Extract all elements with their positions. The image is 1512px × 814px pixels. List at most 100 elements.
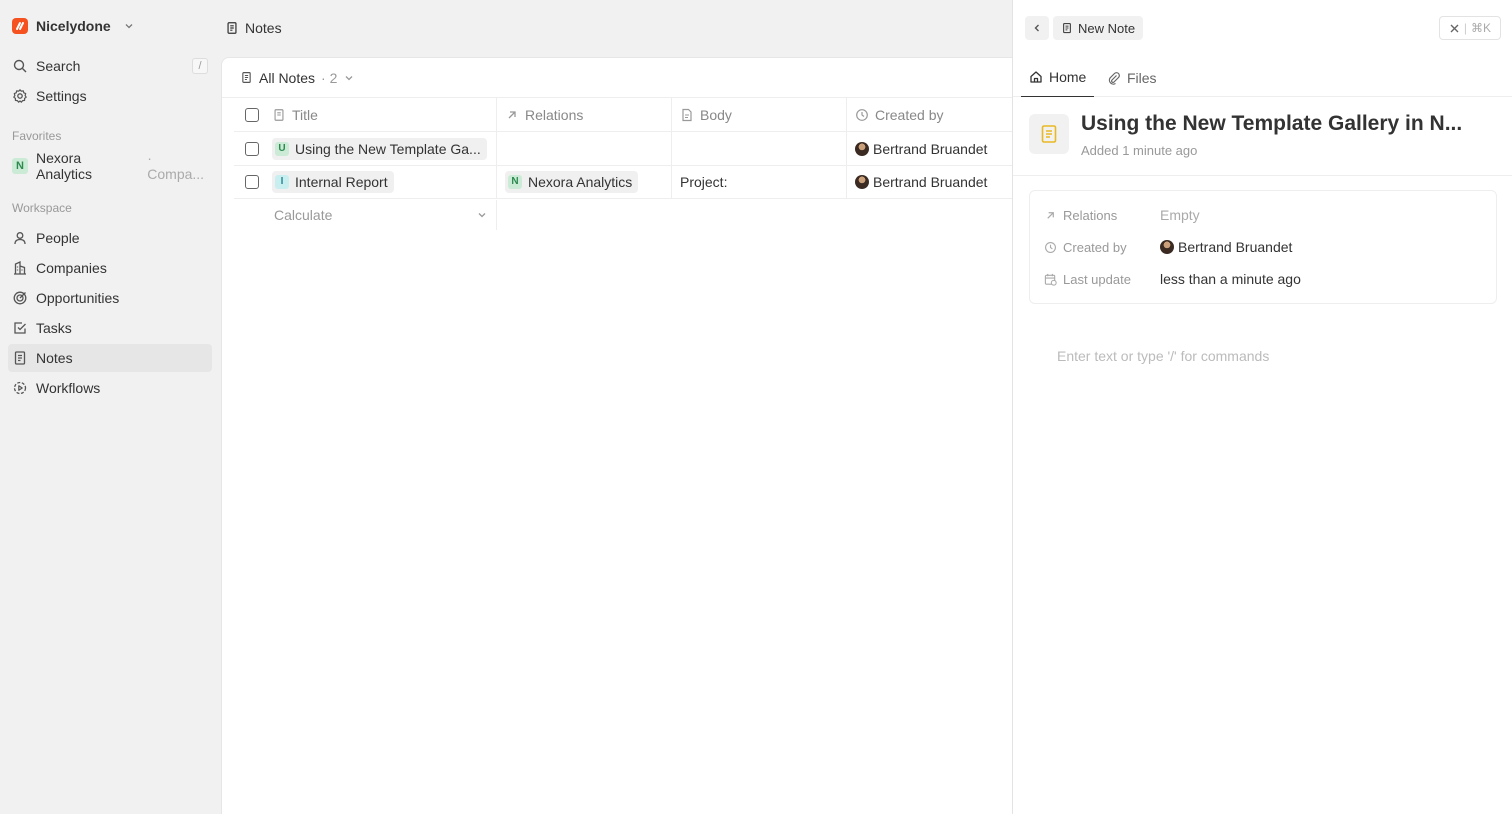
note-icon — [12, 350, 28, 366]
separator: | — [1463, 21, 1468, 35]
record-badge: U — [275, 141, 289, 156]
company-badge: N — [508, 174, 522, 189]
note-icon — [272, 108, 286, 122]
favorite-name: Nexora Analytics — [36, 150, 93, 182]
sidebar-item-workflows[interactable]: Workflows — [8, 374, 212, 402]
paperclip-icon — [1107, 71, 1121, 85]
column-header-body[interactable]: Body — [672, 98, 847, 131]
creator-name: Bertrand Bruandet — [873, 140, 988, 157]
home-icon — [1029, 70, 1043, 84]
arrow-up-right-icon — [1044, 209, 1057, 222]
chevron-down-icon — [123, 20, 135, 32]
column-header-label: Title — [292, 106, 318, 123]
record-title: Using the New Template Ga... — [295, 140, 481, 157]
record-side-panel: New Note | ⌘K Home Files Using the New T… — [1012, 0, 1512, 814]
tab-label: Files — [1127, 69, 1157, 86]
record-breadcrumb[interactable]: New Note — [1053, 16, 1144, 40]
row-checkbox[interactable] — [245, 174, 259, 189]
table-row[interactable]: U Using the New Template Ga... Bertrand … — [234, 132, 1012, 166]
sidebar: Nicelydone Search / Settings Favorites N… — [0, 0, 220, 814]
sidebar-item-tasks[interactable]: Tasks — [8, 314, 212, 342]
building-icon — [12, 260, 28, 276]
relations-cell[interactable] — [497, 132, 672, 165]
sidebar-item-people[interactable]: People — [8, 224, 212, 252]
row-select-cell — [234, 165, 270, 198]
record-subtitle: Added 1 minute ago — [1081, 143, 1198, 158]
column-header-relations[interactable]: Relations — [497, 98, 672, 131]
sidebar-item-companies[interactable]: Companies — [8, 254, 212, 282]
sidebar-item-label: Tasks — [36, 320, 72, 336]
creator-name: Bertrand Bruandet — [873, 173, 988, 190]
title-cell[interactable]: I Internal Report — [270, 165, 497, 198]
sidebar-item-notes[interactable]: Notes — [8, 344, 212, 372]
field-relations[interactable]: Relations Empty — [1044, 203, 1484, 227]
select-all-cell — [234, 98, 270, 131]
workspace-section-title: Workspace — [12, 201, 72, 215]
record-title: Internal Report — [295, 173, 388, 190]
field-created-by[interactable]: Created by Bertrand Bruandet — [1044, 235, 1484, 259]
search-shortcut: / — [192, 58, 208, 74]
arrow-up-right-icon — [505, 108, 519, 122]
column-header-label: Body — [700, 106, 732, 123]
favorites-section-title: Favorites — [12, 129, 62, 143]
close-panel-button[interactable]: | ⌘K — [1439, 16, 1501, 40]
search-label: Search — [36, 58, 81, 74]
note-icon — [240, 71, 253, 84]
record-title[interactable]: Using the New Template Gallery in N... — [1081, 112, 1462, 136]
relation-chip[interactable]: N Nexora Analytics — [505, 170, 639, 193]
body-cell[interactable]: Project: — [672, 165, 847, 198]
column-header-label: Created by — [875, 106, 944, 123]
breadcrumb-label: New Note — [1078, 20, 1136, 36]
panel-tabs: Home Files — [1013, 58, 1512, 97]
favorite-item-nexora[interactable]: N Nexora Analytics · Compa... — [8, 150, 212, 182]
divider — [1013, 175, 1512, 176]
favorite-type: · Compa... — [147, 150, 205, 182]
chevron-down-icon — [343, 72, 355, 84]
record-fields: Relations Empty Created by Bertrand Brua… — [1029, 190, 1497, 304]
field-value: Bertrand Bruandet — [1160, 239, 1292, 255]
created-by-cell[interactable]: Bertrand Bruandet — [847, 132, 1012, 165]
close-shortcut: ⌘K — [1471, 21, 1492, 35]
sidebar-item-opportunities[interactable]: Opportunities — [8, 284, 212, 312]
view-bar: All Notes · 2 — [222, 58, 1012, 98]
column-header-created-by[interactable]: Created by — [847, 98, 1012, 131]
sidebar-item-label: Workflows — [36, 380, 101, 396]
column-header-label: Relations — [525, 106, 584, 123]
tab-files[interactable]: Files — [1107, 58, 1157, 97]
tab-label: Home — [1049, 69, 1087, 85]
sidebar-item-label: Opportunities — [36, 290, 120, 306]
record-badge: I — [275, 174, 289, 189]
gear-icon — [12, 88, 28, 104]
table-header-row: Title Relations Body Created by — [234, 98, 1012, 132]
notes-table-view: All Notes · 2 Title Relations Body Creat… — [221, 57, 1012, 814]
select-all-checkbox[interactable] — [245, 107, 259, 122]
note-icon — [225, 21, 239, 35]
row-select-cell — [234, 132, 270, 165]
tab-home[interactable]: Home — [1021, 58, 1095, 97]
table-row[interactable]: I Internal Report N Nexora Analytics Pro… — [234, 165, 1012, 199]
back-button[interactable] — [1025, 16, 1049, 40]
record-chip[interactable]: U Using the New Template Ga... — [272, 137, 487, 160]
body-cell[interactable] — [672, 132, 847, 165]
field-label: Relations — [1063, 207, 1118, 223]
note-editor[interactable]: Enter text or type '/' for commands — [1057, 348, 1269, 364]
row-checkbox[interactable] — [245, 141, 259, 156]
created-by-cell[interactable]: Bertrand Bruandet — [847, 165, 1012, 198]
field-last-update[interactable]: Last update less than a minute ago — [1044, 267, 1484, 291]
page-title: Notes — [245, 20, 282, 36]
search-nav-item[interactable]: Search / — [8, 52, 212, 80]
view-picker[interactable]: All Notes · 2 — [240, 70, 355, 86]
column-header-title[interactable]: Title — [270, 98, 497, 131]
settings-label: Settings — [36, 88, 87, 104]
settings-nav-item[interactable]: Settings — [8, 82, 212, 110]
calculate-button[interactable]: Calculate — [270, 200, 497, 230]
relations-cell[interactable]: N Nexora Analytics — [497, 165, 672, 198]
history-icon — [855, 108, 869, 122]
workspace-switcher[interactable]: Nicelydone — [12, 16, 135, 36]
chevron-left-icon — [1031, 22, 1043, 34]
avatar — [1160, 240, 1174, 254]
chevron-down-icon — [476, 209, 488, 221]
record-chip[interactable]: I Internal Report — [272, 170, 394, 193]
user-icon — [12, 230, 28, 246]
title-cell[interactable]: U Using the New Template Ga... — [270, 132, 497, 165]
